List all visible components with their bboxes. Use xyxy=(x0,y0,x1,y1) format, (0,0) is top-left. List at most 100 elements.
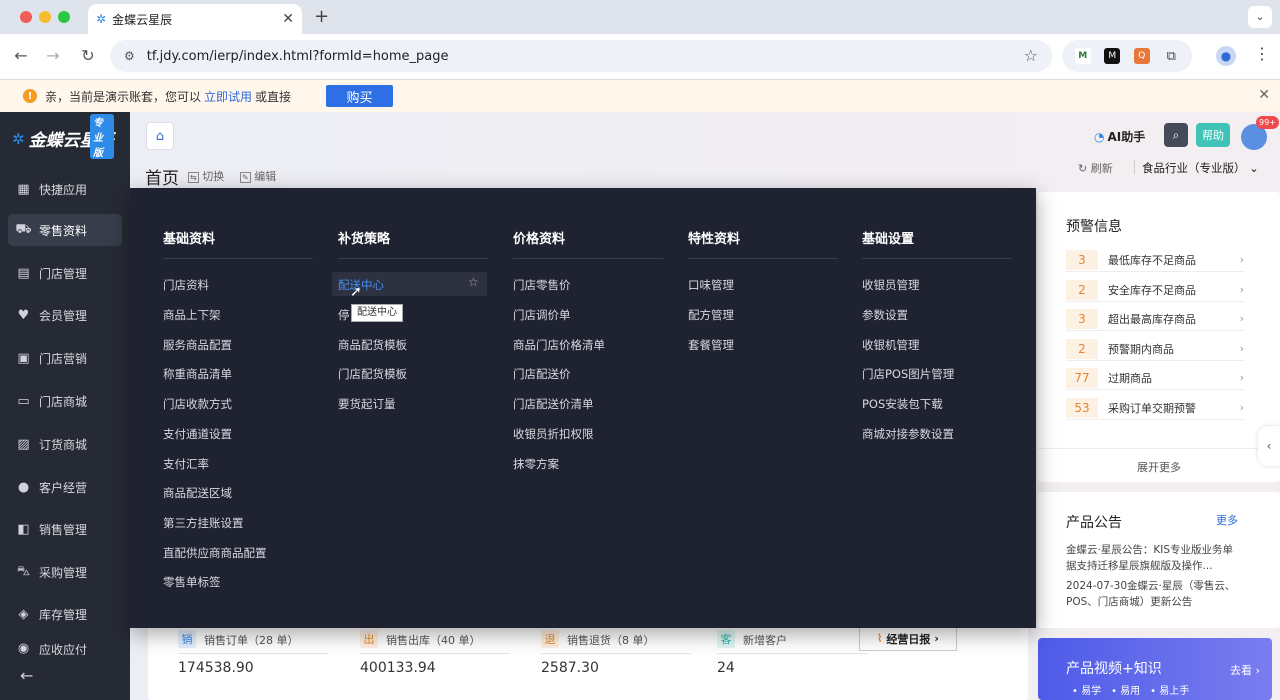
sidebar-item-member-management[interactable]: ♥ 会员管理 xyxy=(8,299,122,331)
shop-icon: ▭ xyxy=(17,393,30,409)
bookmark-star-icon[interactable]: ☆ xyxy=(1024,46,1038,65)
ai-assistant-button[interactable]: ◔ AI助手 xyxy=(1094,128,1145,145)
chevron-right-icon: › xyxy=(1239,371,1244,384)
browser-menu-icon[interactable]: ⋮ xyxy=(1254,44,1270,63)
daily-report-button[interactable]: ⌇ 经营日报 › xyxy=(859,626,957,651)
divider xyxy=(1134,160,1135,174)
menu-item[interactable]: 门店配送价清单 xyxy=(513,396,594,412)
menu-item[interactable]: 收银员管理 xyxy=(862,277,920,293)
sidebar-item-quick-apps[interactable]: ▦ 快捷应用 xyxy=(8,173,122,205)
profile-icon[interactable]: ● xyxy=(1216,46,1236,66)
menu-item[interactable]: 第三方挂账设置 xyxy=(163,515,244,531)
try-now-link[interactable]: 立即试用 xyxy=(204,90,252,104)
menu-item[interactable]: 商城对接参数设置 xyxy=(862,426,954,442)
extension-m-dark-icon[interactable]: M xyxy=(1104,48,1121,64)
warning-row[interactable]: 2 预警期内商品 › xyxy=(1066,337,1244,361)
warning-row[interactable]: 2 安全库存不足商品 › xyxy=(1066,278,1244,302)
menu-item[interactable]: 商品配货模板 xyxy=(338,337,407,353)
menu-item[interactable]: 门店收款方式 xyxy=(163,396,232,412)
close-window-icon[interactable] xyxy=(20,11,32,23)
tag-label: 易上手 xyxy=(1159,686,1190,697)
extension-m-green-icon[interactable]: M xyxy=(1074,48,1091,64)
expand-more-button[interactable]: 展开更多 xyxy=(1038,448,1280,475)
sidebar-item-store-mall[interactable]: ▭ 门店商城 xyxy=(8,385,122,417)
announcement-item[interactable]: 金蝶云·星辰公告：KIS专业版业务单据支持迁移星辰旗舰版及操作... xyxy=(1066,542,1236,574)
maximize-window-icon[interactable] xyxy=(58,11,70,23)
close-notice-icon[interactable]: ✕ xyxy=(1258,87,1270,103)
refresh-button[interactable]: ↻ 刷新 xyxy=(1078,160,1113,176)
reload-icon[interactable]: ↻ xyxy=(77,46,99,65)
menu-item[interactable]: 商品配送区域 xyxy=(163,485,232,501)
browser-tab[interactable]: ✲ 金蝶云星辰 ✕ xyxy=(88,4,302,34)
menu-item[interactable]: 商品门店价格清单 xyxy=(513,337,605,353)
sidebar-item-retail-data[interactable]: ⛟ 零售资料 xyxy=(8,214,122,246)
menu-item[interactable]: 称重商品清单 xyxy=(163,366,232,382)
menu-item[interactable]: 门店调价单 xyxy=(513,307,571,323)
edit-button[interactable]: ✎ 编辑 xyxy=(240,168,276,184)
menu-item[interactable]: 服务商品配置 xyxy=(163,337,232,353)
menu-item[interactable]: 门店配送价 xyxy=(513,366,571,382)
menu-item[interactable]: 支付通道设置 xyxy=(163,426,232,442)
menu-item[interactable]: 口味管理 xyxy=(688,277,734,293)
sidebar-item-customer[interactable]: ● 客户经营 xyxy=(8,471,122,503)
stat-sales-outbound[interactable]: 出 销售出库（40 单） 400133.94 xyxy=(360,628,528,700)
sidebar-item-purchase[interactable]: ⛍ 采购管理 xyxy=(8,556,122,588)
menu-item[interactable]: 门店资料 xyxy=(163,277,209,293)
menu-item[interactable]: 收银机管理 xyxy=(862,337,920,353)
sidebar: ✲ 金蝶云星辰 专业版 ▦ 快捷应用 ⛟ 零售资料 ▤ 门店管理 ♥ 会员管理 ▣ 门店营… xyxy=(0,112,130,700)
sidebar-item-store-marketing[interactable]: ▣ 门店营销 xyxy=(8,342,122,374)
close-tab-icon[interactable]: ✕ xyxy=(282,11,294,27)
sidebar-item-order-mall[interactable]: ▨ 订货商城 xyxy=(8,428,122,460)
video-go-link[interactable]: 去看 › xyxy=(1230,662,1260,678)
site-info-icon[interactable]: ⚙ xyxy=(124,49,135,63)
menu-item[interactable]: 支付汇率 xyxy=(163,456,209,472)
video-knowledge-card[interactable]: 产品视频+知识 去看 › • 易学 • 易用 • 易上手 xyxy=(1038,638,1272,700)
menu-item[interactable]: 停 xyxy=(338,307,350,323)
minimize-window-icon[interactable] xyxy=(39,11,51,23)
announcement-more-link[interactable]: 更多 xyxy=(1216,512,1238,528)
stat-sales-order[interactable]: 销 销售订单（28 单） 174538.90 xyxy=(178,628,346,700)
search-icon[interactable]: ⌕ xyxy=(1164,123,1188,147)
menu-item[interactable]: 套餐管理 xyxy=(688,337,734,353)
menu-item[interactable]: 参数设置 xyxy=(862,307,908,323)
stat-sales-return[interactable]: 退 销售退货（8 单） 2587.30 xyxy=(541,628,709,700)
warning-row[interactable]: 77 过期商品 › xyxy=(1066,366,1244,390)
address-bar[interactable]: ⚙ tf.jdy.com/ierp/index.html?formId=home… xyxy=(110,40,1052,72)
extensions-puzzle-icon[interactable]: ⧉ xyxy=(1163,48,1179,64)
menu-item[interactable]: 门店配货模板 xyxy=(338,366,407,382)
back-icon[interactable]: ← xyxy=(10,46,32,65)
sidebar-item-inventory[interactable]: ◈ 库存管理 xyxy=(8,598,122,630)
extension-q-icon[interactable]: Q xyxy=(1133,48,1150,64)
sidebar-item-sales[interactable]: ◧ 销售管理 xyxy=(8,513,122,545)
menu-item[interactable]: 配方管理 xyxy=(688,307,734,323)
switch-button[interactable]: ⇆ 切换 xyxy=(188,168,224,184)
menu-item[interactable]: 商品上下架 xyxy=(163,307,221,323)
menu-item[interactable]: 门店零售价 xyxy=(513,277,571,293)
menu-item[interactable]: 直配供应商商品配置 xyxy=(163,545,267,561)
favorite-star-icon[interactable]: ☆ xyxy=(468,275,479,289)
home-icon[interactable]: ⌂ xyxy=(146,122,174,150)
announcement-item[interactable]: 2024-07-30金蝶云·星辰（零售云、POS、门店商城）更新公告 xyxy=(1066,578,1236,610)
menu-item[interactable]: 零售单标签 xyxy=(163,574,221,590)
warning-row[interactable]: 53 采购订单交期预警 › xyxy=(1066,396,1244,420)
side-panel-toggle-icon[interactable]: ‹ xyxy=(1258,426,1280,466)
menu-item[interactable]: POS安装包下载 xyxy=(862,396,943,412)
industry-selector[interactable]: 食品行业（专业版） ⌄ xyxy=(1142,160,1259,176)
menu-item[interactable]: 要货起订量 xyxy=(338,396,396,412)
new-tab-icon[interactable]: + xyxy=(314,6,329,27)
buy-button[interactable]: 购买 xyxy=(326,85,394,107)
logo[interactable]: ✲ 金蝶云星辰 专业版 xyxy=(12,114,114,159)
menu-item[interactable]: 抹零方案 xyxy=(513,456,559,472)
warning-row[interactable]: 3 超出最高库存商品 › xyxy=(1066,307,1244,331)
url-text[interactable]: tf.jdy.com/ierp/index.html?formId=home_p… xyxy=(147,49,449,64)
forward-icon[interactable]: → xyxy=(42,46,64,65)
sidebar-item-store-management[interactable]: ▤ 门店管理 xyxy=(8,257,122,289)
warning-row[interactable]: 3 最低库存不足商品 › xyxy=(1066,248,1244,272)
menu-item[interactable]: 收银员折扣权限 xyxy=(513,426,594,442)
sidebar-item-receivables[interactable]: ◉ 应收应付 xyxy=(8,641,122,655)
help-button[interactable]: 帮助 xyxy=(1196,123,1230,147)
menu-item[interactable]: 门店POS图片管理 xyxy=(862,366,954,382)
collapse-sidebar-icon[interactable]: ← xyxy=(0,658,130,700)
tab-search-icon[interactable]: ⌄ xyxy=(1248,6,1272,28)
warning-count: 2 xyxy=(1066,279,1098,300)
